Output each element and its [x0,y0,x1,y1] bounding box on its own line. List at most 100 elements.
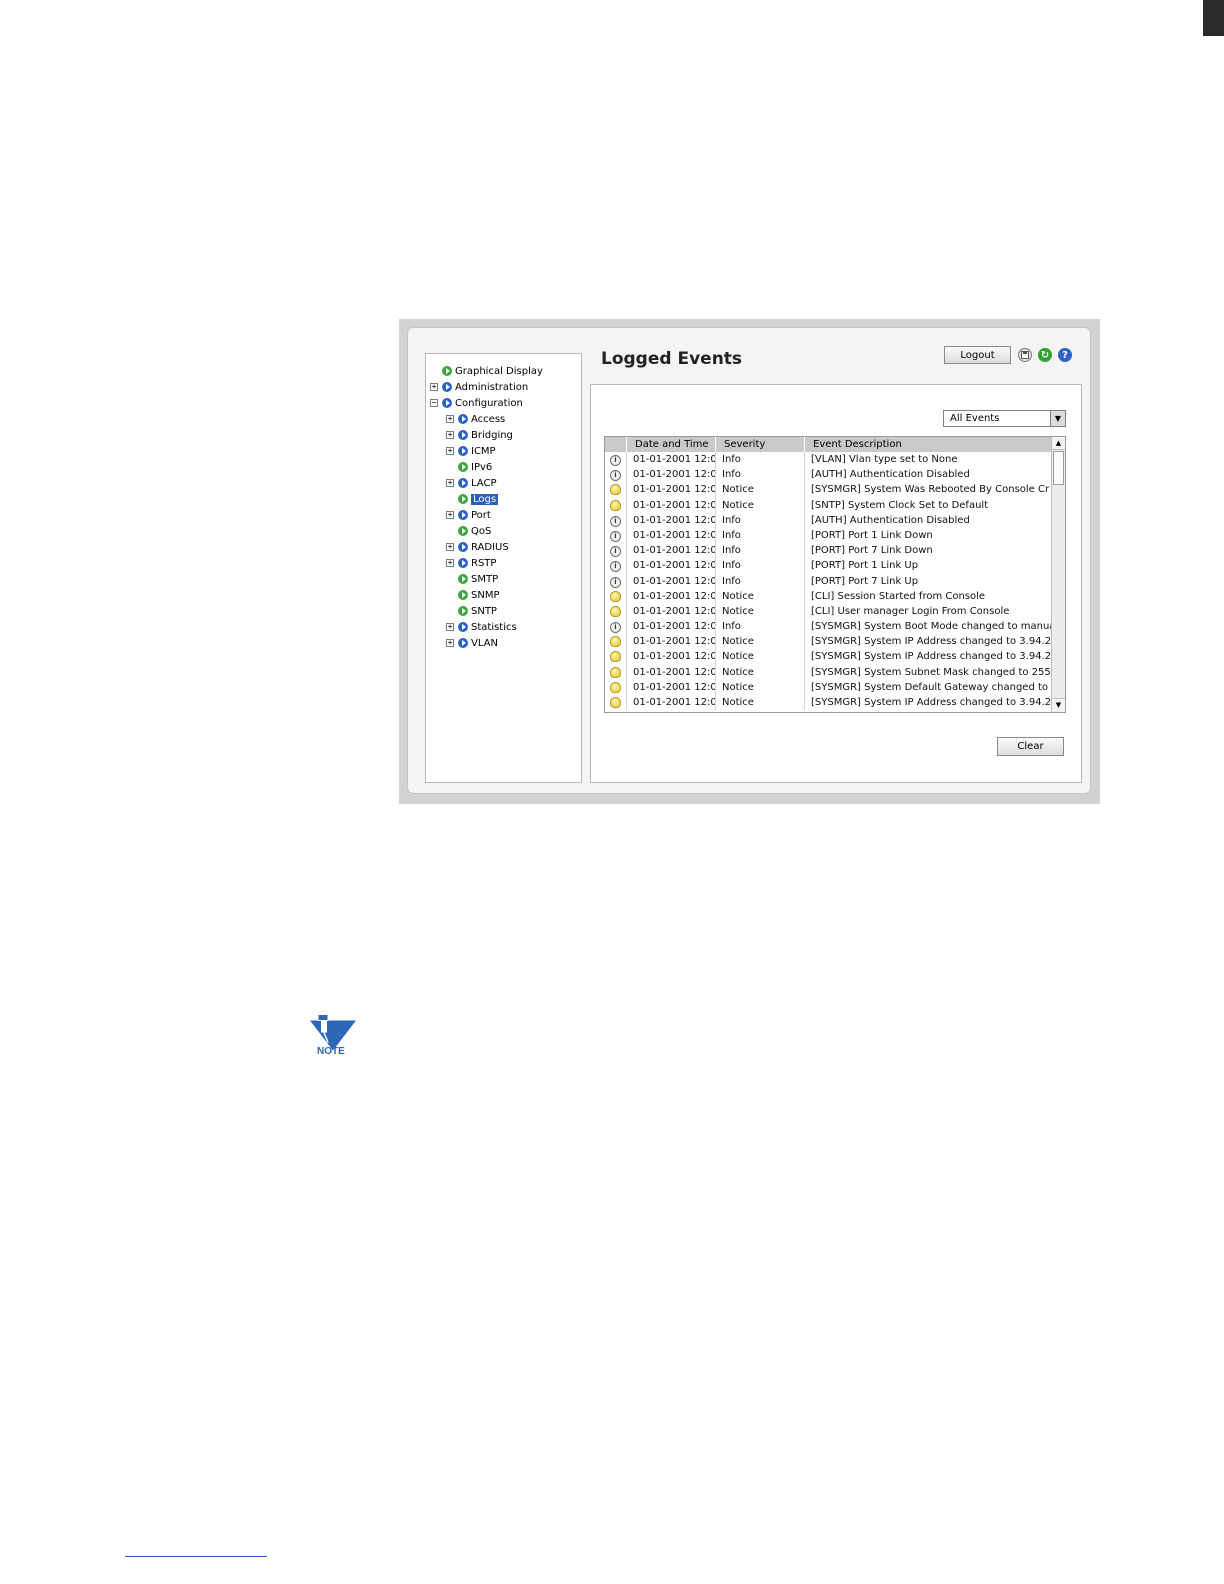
sidebar-item-administration[interactable]: + Administration [430,380,528,394]
expand-icon[interactable]: + [446,415,454,423]
event-description-cell: [SYSMGR] System IP Address changed to 3.… [811,636,1052,648]
sidebar-item-logs[interactable]: Logs [458,492,499,506]
severity-cell: Notice [716,695,805,711]
expand-icon[interactable]: + [446,639,454,647]
table-row[interactable]: i 01-01-2001 12:0 Info [AUTH] Authenticatio… [605,467,1052,483]
severity-icon-cell [605,679,627,695]
clear-button[interactable]: Clear [997,737,1064,756]
date-time-cell: 01-01-2001 12:0 [627,467,716,483]
info-icon: i [610,576,621,588]
table-row[interactable]: 01-01-2001 12:0 Notice [SNTP] System Clock… [605,497,1052,513]
table-row[interactable]: 01-01-2001 12:0 Notice [SYSMGR] System IP … [605,649,1052,665]
table-row[interactable]: i 01-01-2001 12:0 Info [SYSMGR] System Boot… [605,619,1052,635]
table-row[interactable]: 01-01-2001 12:0 Notice [SYSMGR] System IP … [605,695,1052,711]
expand-icon[interactable]: + [446,511,454,519]
sidebar-item-graphical-display[interactable]: Graphical Display [442,364,543,378]
severity-cell: Info [716,452,805,468]
severity-cell: Notice [716,664,805,680]
collapse-icon[interactable]: − [430,399,438,407]
table-row[interactable]: i 01-01-2001 12:0 Info [VLAN] Vlan type set… [605,452,1052,468]
column-header-icon[interactable] [605,437,627,452]
severity-cell: Info [716,527,805,544]
expand-icon[interactable]: + [446,623,454,631]
column-header-description[interactable]: Event Description [805,437,1052,452]
table-row[interactable]: 01-01-2001 12:0 Notice [CLI] User manager … [605,603,1052,620]
expand-icon[interactable]: + [430,383,438,391]
help-icon[interactable]: ? [1058,348,1072,362]
scroll-down-icon[interactable]: ▼ [1052,698,1065,711]
navigation-tree: Graphical Display + Administration − Configu… [425,353,582,783]
table-row[interactable]: 01-01-2001 12:0 Notice [SYSMGR] System Def… [605,679,1052,695]
play-bullet-icon [442,398,452,408]
refresh-icon[interactable]: ↻ [1038,348,1052,362]
play-bullet-icon [458,430,468,440]
table-row[interactable]: i 01-01-2001 12:0 Info [PORT] Port 7 Link D… [605,543,1052,559]
sidebar-item-smtp[interactable]: SMTP [458,572,498,586]
table-scrollbar[interactable]: ▲ ▼ [1051,437,1065,712]
date-time-cell: 01-01-2001 12:0 [627,512,716,528]
severity-icon-cell [605,497,627,513]
sidebar-item-access[interactable]: + Access [446,412,506,426]
lightbulb-icon [610,499,621,511]
event-filter-select[interactable]: All Events ▼ [943,410,1066,427]
footer-link-underline[interactable] [125,1556,267,1557]
sidebar-item-icmp[interactable]: + ICMP [446,444,496,458]
table-header: Date and Time Severity Event Description [605,437,1052,452]
expand-icon[interactable]: + [446,447,454,455]
sidebar-item-qos[interactable]: QoS [458,524,491,538]
sidebar-item-rstp[interactable]: + RSTP [446,556,496,570]
expand-icon[interactable]: + [446,543,454,551]
play-bullet-icon [458,542,468,552]
sidebar-item-label: SMTP [471,573,499,585]
play-bullet-icon [458,558,468,568]
severity-icon-cell: i [605,452,627,468]
sidebar-item-vlan[interactable]: + VLAN [446,636,498,650]
sidebar-item-sntp[interactable]: SNTP [458,604,497,618]
column-header-date[interactable]: Date and Time [627,437,716,452]
sidebar-item-label: VLAN [471,637,498,649]
sidebar-item-snmp[interactable]: SNMP [458,588,500,602]
info-icon: i [610,622,621,634]
lightbulb-icon [610,484,621,496]
sidebar-item-bridging[interactable]: + Bridging [446,428,513,442]
sidebar-item-port[interactable]: + Port [446,508,491,522]
sidebar-item-radius[interactable]: + RADIUS [446,540,509,554]
table-row[interactable]: i 01-01-2001 12:0 Info [PORT] Port 1 Link U… [605,558,1052,574]
date-time-cell: 01-01-2001 12:0 [627,649,716,665]
sidebar-item-label: IPv6 [471,461,493,473]
table-row[interactable]: 01-01-2001 12:0 Notice [SYSMGR] System IP … [605,634,1052,650]
play-bullet-icon [458,574,468,584]
expand-icon[interactable]: + [446,479,454,487]
sidebar-item-lacp[interactable]: + LACP [446,476,496,490]
table-row[interactable]: 01-01-2001 12:0 Notice [CLI] Session Start… [605,588,1052,604]
severity-cell: Notice [716,679,805,695]
table-row[interactable]: 01-01-2001 12:0 Notice [SYSMGR] System Was… [605,482,1052,498]
severity-icon-cell: i [605,467,627,483]
sidebar-item-label: Configuration [455,397,523,409]
sidebar-item-label: QoS [471,525,492,537]
table-body: i 01-01-2001 12:0 Info [VLAN] Vlan type set… [605,452,1052,711]
scroll-up-icon[interactable]: ▲ [1052,437,1065,450]
play-bullet-icon [458,638,468,648]
table-row[interactable]: 01-01-2001 12:0 Notice [SYSMGR] System Sub… [605,664,1052,680]
info-icon: i [610,515,621,527]
logout-button[interactable]: Logout [944,346,1011,364]
severity-icon-cell [605,603,627,620]
date-time-cell: 01-01-2001 12:0 [627,497,716,513]
save-icon[interactable] [1018,348,1032,362]
column-header-severity[interactable]: Severity [716,437,805,452]
sidebar-item-label: Access [471,413,506,425]
table-row[interactable]: i 01-01-2001 12:0 Info [AUTH] Authenticatio… [605,512,1052,528]
sidebar-item-configuration[interactable]: − Configuration [430,396,523,410]
lightbulb-icon [610,636,621,648]
table-row[interactable]: i 01-01-2001 12:0 Info [PORT] Port 7 Link U… [605,573,1052,589]
sidebar-item-statistics[interactable]: + Statistics [446,620,517,634]
expand-icon[interactable]: + [446,431,454,439]
expand-icon[interactable]: + [446,559,454,567]
severity-cell: Notice [716,497,805,513]
sidebar-item-ipv6[interactable]: IPv6 [458,460,492,474]
scrollbar-thumb[interactable] [1053,451,1064,485]
event-description-cell: [PORT] Port 7 Link Down [811,545,933,557]
chevron-down-icon[interactable]: ▼ [1050,411,1065,426]
table-row[interactable]: i 01-01-2001 12:0 Info [PORT] Port 1 Link D… [605,527,1052,544]
